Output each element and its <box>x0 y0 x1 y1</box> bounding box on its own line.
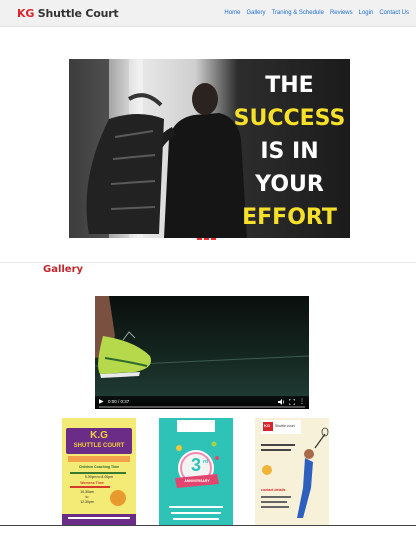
gallery-image-contact-poster[interactable]: KG Shuttle court contact details <box>255 418 329 525</box>
fullscreen-icon[interactable] <box>289 399 295 405</box>
schedule-poster-line2: 5.30pm to 8.00pm <box>84 475 114 479</box>
hero-line-your: YOUR <box>255 172 324 197</box>
carousel-dot-3[interactable] <box>211 238 216 240</box>
hero-banner: THE SUCCESS IS IN YOUR EFFORT <box>69 59 350 238</box>
top-navbar: KG Shuttle Court Home Gallery Traning & … <box>0 0 416 27</box>
video-controls: ▶ 0:00 / 0:37 ⋮ <box>95 396 309 409</box>
video-frame <box>95 296 309 396</box>
video-time: 0:00 / 0:37 <box>108 399 130 404</box>
schedule-poster-line6: 12.30pm <box>80 500 94 504</box>
volume-icon[interactable] <box>278 399 285 405</box>
nav-link-gallery[interactable]: Gallery <box>246 10 265 16</box>
brand-name: Shuttle Court <box>34 7 119 20</box>
brand-kg: KG <box>17 7 35 20</box>
hero-line-effort: EFFORT <box>242 205 337 230</box>
schedule-poster-line5: to <box>85 495 89 499</box>
nav-link-contact-us[interactable]: Contact Us <box>379 10 409 16</box>
schedule-poster-line1: Children Coaching Time <box>78 465 120 469</box>
gallery-heading: Gallery <box>43 264 84 275</box>
nav-link-login[interactable]: Login <box>359 10 374 16</box>
schedule-poster-line4: 10.30am <box>80 490 94 494</box>
carousel-indicators <box>197 238 216 240</box>
carousel-dot-1[interactable] <box>197 238 202 240</box>
schedule-poster-subtitle: SHUTTLE COURT <box>73 443 125 449</box>
section-divider <box>0 262 416 263</box>
site-brand[interactable]: KG Shuttle Court <box>17 7 119 20</box>
contact-poster-art <box>255 418 329 525</box>
nav-link-reviews[interactable]: Reviews <box>330 10 353 16</box>
hero-line-success: SUCCESS <box>233 106 346 131</box>
nav-link-training-schedule[interactable]: Traning & Schedule <box>271 10 323 16</box>
gallery-image-schedule-poster[interactable]: K.G SHUTTLE COURT Children Coaching Time… <box>62 418 136 525</box>
nav-links: Home Gallery Traning & Schedule Reviews … <box>224 10 409 16</box>
gallery-video-player[interactable]: ▶ 0:00 / 0:37 ⋮ <box>95 296 309 409</box>
hero-line-is-in: IS IN <box>260 139 319 164</box>
nav-link-home[interactable]: Home <box>224 10 240 16</box>
anniversary-poster-ribbon: ANNIVERSARY <box>184 479 210 483</box>
schedule-poster-title: K.G <box>90 430 108 441</box>
contact-poster-brand: KG <box>264 423 270 428</box>
page-bottom-border <box>0 525 416 526</box>
carousel-dot-2[interactable] <box>204 238 209 240</box>
contact-poster-name: Shuttle court <box>275 424 295 428</box>
contact-poster-contact-heading: contact details <box>261 488 286 492</box>
schedule-poster-line3: Womens Time <box>80 481 104 485</box>
hero-line-the: THE <box>265 73 314 98</box>
play-icon[interactable]: ▶ <box>99 399 105 405</box>
gallery-image-anniversary-poster[interactable]: 3 rd ANNIVERSARY <box>159 418 233 525</box>
anniversary-poster-suffix: rd <box>203 459 208 465</box>
video-progress-bar[interactable] <box>99 406 305 408</box>
hero-quote: THE SUCCESS IS IN YOUR EFFORT <box>229 69 350 234</box>
more-options-icon[interactable]: ⋮ <box>299 398 305 406</box>
